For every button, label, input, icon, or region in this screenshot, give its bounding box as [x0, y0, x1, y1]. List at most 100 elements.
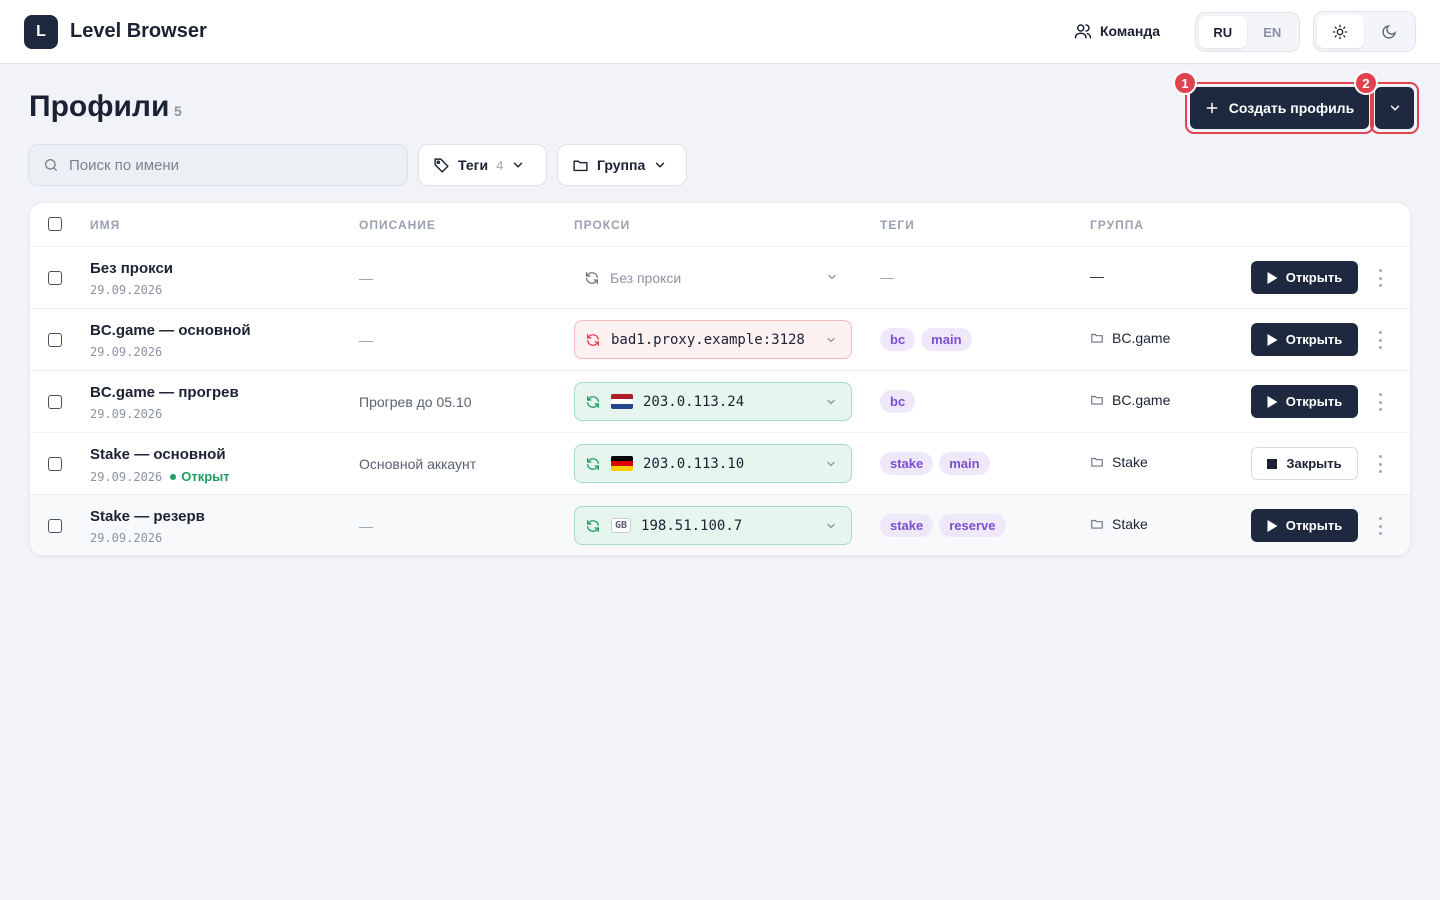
table-row[interactable]: Stake — основной 29.09.2026 Открыт Основ… [30, 433, 1410, 495]
chevron-down-icon [827, 399, 835, 405]
refresh-icon [587, 519, 599, 532]
proxy-select[interactable]: Без прокси [574, 258, 852, 297]
open-label: Открыть [1285, 270, 1343, 285]
tag-chip[interactable]: main [939, 452, 990, 475]
create-profile-label: Создать профиль [1228, 100, 1355, 116]
profile-date: 29.09.2026 [90, 345, 162, 359]
group-filter-button[interactable]: Группа [557, 144, 687, 186]
row-checkbox[interactable] [48, 333, 62, 347]
open-profile-button[interactable]: Открыть [1251, 509, 1358, 542]
row-checkbox[interactable] [48, 519, 62, 533]
profile-description: — [359, 518, 373, 534]
profile-name: BC.game — основной [90, 322, 251, 339]
dark-theme-button[interactable] [1366, 15, 1413, 48]
chevron-down-icon [514, 162, 523, 168]
open-label: Открыть [1285, 518, 1343, 533]
folder-icon [1091, 457, 1103, 467]
profile-group: Stake [1090, 516, 1148, 532]
profile-tags: stake main [880, 452, 990, 475]
row-checkbox[interactable] [48, 395, 62, 409]
country-code-badge: GB [611, 518, 632, 533]
tag-icon [434, 157, 449, 173]
team-button[interactable]: Команда [1074, 22, 1160, 40]
more-options-icon[interactable] [1375, 331, 1385, 349]
tag-chip[interactable]: bc [880, 328, 916, 351]
create-profile-highlight: Создать профиль [1185, 82, 1374, 134]
chevron-down-icon [827, 523, 835, 529]
profile-group: BC.game [1090, 392, 1170, 408]
more-options-icon[interactable] [1375, 393, 1385, 411]
create-options-button[interactable] [1375, 87, 1414, 129]
create-profile-button[interactable]: Создать профиль [1190, 87, 1369, 129]
group-filter-label: Группа [597, 157, 646, 173]
annotation-badge-1: 1 [1173, 71, 1197, 95]
play-icon [1267, 271, 1278, 284]
open-profile-button[interactable]: Открыть [1251, 261, 1358, 294]
tag-chip[interactable]: stake [880, 452, 934, 475]
search-icon [45, 159, 57, 171]
group-value: Stake [1112, 454, 1148, 470]
profile-date-text: 29.09.2026 [90, 283, 163, 297]
group-value: BC.game [1112, 392, 1171, 408]
profile-date: 29.09.2026 [90, 407, 162, 421]
profile-group: BC.game [1090, 330, 1170, 346]
tags-filter-button[interactable]: Теги 4 [418, 144, 547, 186]
profile-description: — [359, 270, 373, 286]
play-icon [1267, 519, 1278, 532]
search-field [28, 144, 408, 186]
logo-letter: L [36, 23, 46, 40]
proxy-select[interactable]: bad1.proxy.example:3128 [574, 320, 852, 359]
group-value: BC.game [1112, 330, 1171, 346]
refresh-icon [587, 333, 599, 346]
tag-chip[interactable]: main [921, 328, 972, 351]
open-profile-button[interactable]: Открыть [1251, 323, 1358, 356]
chevron-down-icon [827, 461, 835, 467]
users-icon [1074, 24, 1092, 39]
more-options-icon[interactable] [1375, 455, 1385, 473]
proxy-select[interactable]: 203.0.113.24 [574, 382, 852, 421]
sun-icon [1332, 24, 1348, 39]
folder-icon [573, 160, 588, 171]
profile-name: BC.game — прогрев [90, 384, 239, 401]
profile-description: — [359, 332, 373, 348]
open-profile-button[interactable]: Открыть [1251, 385, 1358, 418]
profile-description: Основной аккаунт [359, 456, 477, 472]
more-options-icon[interactable] [1375, 517, 1385, 535]
close-label: Закрыть [1286, 456, 1342, 471]
table-row[interactable]: Без прокси 29.09.2026 — Без прокси — — О… [30, 247, 1410, 309]
refresh-icon [587, 457, 599, 470]
refresh-icon [586, 271, 598, 284]
select-all-checkbox[interactable] [48, 217, 62, 231]
light-theme-button[interactable] [1317, 15, 1364, 48]
status-text: Открыт [181, 469, 230, 484]
profile-tags: bc [880, 390, 916, 413]
column-header-name: ИМЯ [90, 218, 121, 232]
open-label: Открыть [1285, 332, 1343, 347]
refresh-icon [587, 395, 599, 408]
moon-icon [1382, 24, 1396, 39]
table-row[interactable]: BC.game — основной 29.09.2026 — bad1.pro… [30, 309, 1410, 371]
folder-icon [1091, 333, 1103, 343]
lang-en-button[interactable]: EN [1249, 16, 1297, 48]
profile-date-text: 29.09.2026 [90, 469, 163, 484]
proxy-select[interactable]: 203.0.113.10 [574, 444, 852, 483]
tag-chip[interactable]: reserve [939, 514, 1006, 537]
table-row[interactable]: Stake — резерв 29.09.2026 — GB 198.51.10… [30, 495, 1410, 555]
profile-tags: bc main [880, 328, 972, 351]
search-input[interactable] [69, 156, 369, 174]
proxy-select[interactable]: GB 198.51.100.7 [574, 506, 852, 545]
profile-group: — [1090, 268, 1104, 284]
lang-ru-button[interactable]: RU [1199, 16, 1247, 48]
more-options-icon[interactable] [1375, 269, 1385, 287]
profile-name: Stake — резерв [90, 508, 205, 525]
team-label: Команда [1100, 23, 1160, 39]
row-checkbox[interactable] [48, 457, 62, 471]
tag-chip[interactable]: stake [880, 514, 934, 537]
chevron-down-icon [828, 274, 836, 280]
table-row[interactable]: BC.game — прогрев 29.09.2026 Прогрев до … [30, 371, 1410, 433]
tag-chip[interactable]: bc [880, 390, 916, 413]
profile-date-text: 29.09.2026 [90, 407, 163, 421]
row-checkbox[interactable] [48, 271, 62, 285]
close-profile-button[interactable]: Закрыть [1251, 447, 1358, 480]
plus-icon [1206, 102, 1218, 114]
